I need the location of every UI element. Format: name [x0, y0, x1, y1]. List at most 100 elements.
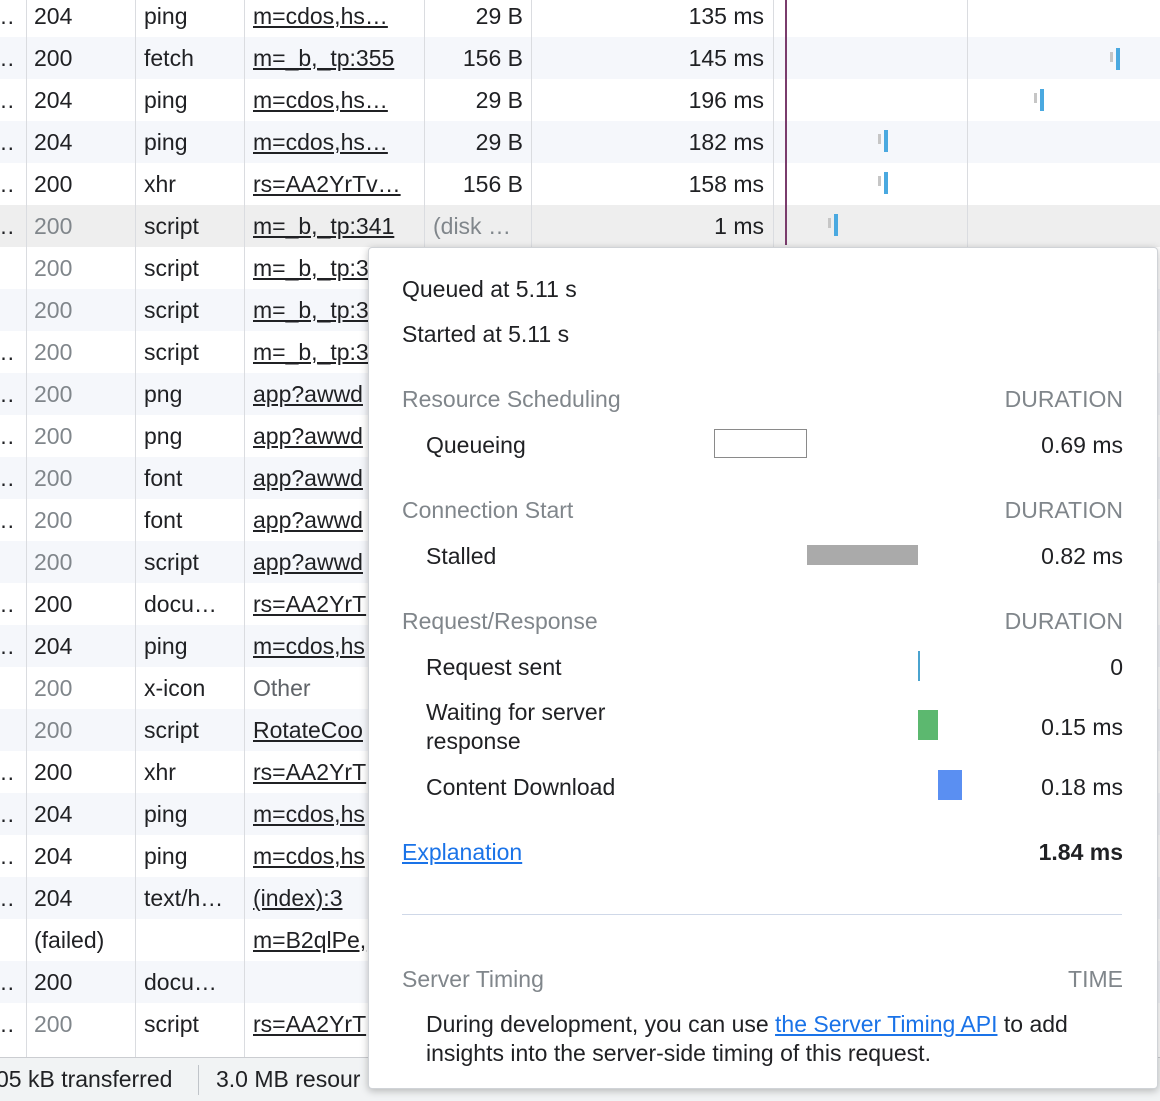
- initiator-cell: …: [0, 499, 18, 541]
- column-divider: [244, 0, 245, 1060]
- size-cell: 29 B: [475, 129, 523, 155]
- status-cell: 200: [34, 297, 73, 323]
- type-cell: script: [144, 1011, 199, 1037]
- type-cell: ping: [144, 843, 188, 869]
- initiator-cell: [0, 919, 18, 961]
- table-row[interactable]: … 200 script m=_b,_tp:341 (disk … 1 ms: [0, 205, 1160, 247]
- type-cell: fetch: [144, 45, 194, 71]
- total-duration: 1.84 ms: [1038, 839, 1123, 865]
- initiator-cell: …: [0, 373, 18, 415]
- server-timing-api-link[interactable]: the Server Timing API: [775, 1011, 997, 1037]
- size-cell: 156 B: [462, 171, 523, 197]
- request-sent-bar: [918, 651, 920, 681]
- initiator-cell: …: [0, 331, 18, 373]
- type-cell: script: [144, 549, 199, 575]
- status-cell: 200: [34, 213, 73, 239]
- table-row[interactable]: … 204 ping m=cdos,hs… 29 B 182 ms: [0, 121, 1160, 163]
- initiator-cell: …: [0, 121, 18, 163]
- timing-breakdown-popover: Queued at 5.11 s Started at 5.11 s Resou…: [368, 247, 1158, 1089]
- server-timing-description: During development, you can use the Serv…: [426, 1011, 1068, 1038]
- table-row[interactable]: … 204 ping m=cdos,hs… 29 B 196 ms: [0, 79, 1160, 121]
- status-cell: 200: [34, 591, 73, 617]
- type-cell: script: [144, 255, 199, 281]
- initiator-cell: …: [0, 877, 18, 919]
- status-cell: 200: [34, 759, 73, 785]
- table-row[interactable]: … 200 xhr rs=AA2YrTv… 156 B 158 ms: [0, 163, 1160, 205]
- size-cell: 29 B: [475, 87, 523, 113]
- time-cell: 135 ms: [688, 3, 764, 29]
- table-row[interactable]: … 204 ping m=cdos,hs… 29 B 135 ms: [0, 0, 1160, 37]
- request-response-heading: Request/Response: [402, 608, 598, 634]
- initiator-cell: …: [0, 583, 18, 625]
- type-cell: [144, 919, 239, 961]
- stalled-bar: [807, 545, 918, 565]
- name-link[interactable]: m=_b,_tp:355: [253, 37, 413, 79]
- explanation-link[interactable]: Explanation: [402, 839, 522, 866]
- type-cell: script: [144, 717, 199, 743]
- type-cell: ping: [144, 3, 188, 29]
- waiting-label: Waiting for server: [426, 699, 606, 725]
- initiator-cell: [0, 667, 18, 709]
- status-cell: 200: [34, 45, 73, 71]
- name-link[interactable]: m=_b,_tp:341: [253, 205, 413, 247]
- size-cell: 156 B: [462, 45, 523, 71]
- stalled-duration: 0.82 ms: [1041, 543, 1123, 569]
- initiator-cell: …: [0, 79, 18, 121]
- content-download-duration: 0.18 ms: [1041, 774, 1123, 800]
- type-cell: text/h…: [144, 885, 224, 911]
- initiator-cell: …: [0, 415, 18, 457]
- status-cell: 200: [34, 423, 73, 449]
- type-cell: xhr: [144, 171, 176, 197]
- request-sent-label: Request sent: [426, 654, 562, 680]
- type-cell: docu…: [144, 969, 217, 995]
- initiator-cell: …: [0, 205, 18, 247]
- type-cell: script: [144, 297, 199, 323]
- content-download-bar: [938, 770, 962, 800]
- started-at-text: Started at 5.11 s: [402, 321, 570, 347]
- status-cell: 204: [34, 129, 73, 155]
- initiator-cell: …: [0, 163, 18, 205]
- summary-separator: [198, 1065, 199, 1095]
- server-timing-text: During development, you can use: [426, 1011, 776, 1037]
- waiting-duration: 0.15 ms: [1041, 714, 1123, 740]
- initiator-cell: …: [0, 961, 18, 1003]
- size-cell: (disk …: [433, 213, 511, 239]
- type-cell: font: [144, 465, 183, 491]
- transferred-summary: 05 kB transferred: [0, 1066, 173, 1092]
- table-row[interactable]: … 200 fetch m=_b,_tp:355 156 B 145 ms: [0, 37, 1160, 79]
- initiator-cell: …: [0, 1003, 18, 1045]
- type-cell: png: [144, 423, 183, 449]
- status-cell: 200: [34, 465, 73, 491]
- queueing-label: Queueing: [426, 432, 526, 458]
- name-link[interactable]: m=cdos,hs…: [253, 79, 413, 121]
- request-sent-duration: 0: [1110, 654, 1123, 680]
- type-cell: png: [144, 381, 183, 407]
- type-cell: ping: [144, 633, 188, 659]
- time-cell: 1 ms: [714, 213, 764, 239]
- type-cell: ping: [144, 87, 188, 113]
- status-cell: 204: [34, 3, 73, 29]
- name-link[interactable]: rs=AA2YrTv…: [253, 163, 413, 205]
- duration-column-heading: DURATION: [1004, 497, 1123, 523]
- time-cell: 145 ms: [688, 45, 764, 71]
- server-timing-heading: Server Timing: [402, 966, 544, 992]
- name-link[interactable]: m=cdos,hs…: [253, 0, 413, 37]
- section-divider: [402, 914, 1122, 915]
- status-cell: 200: [34, 255, 73, 281]
- type-cell: xhr: [144, 759, 176, 785]
- resources-summary: 3.0 MB resour: [216, 1066, 361, 1092]
- column-divider: [26, 0, 27, 1060]
- type-cell: x-icon: [144, 675, 206, 701]
- initiator-cell: …: [0, 835, 18, 877]
- status-cell: 200: [34, 339, 73, 365]
- status-cell: (failed): [34, 927, 105, 953]
- size-cell: 29 B: [475, 3, 523, 29]
- type-cell: script: [144, 339, 199, 365]
- time-cell: 158 ms: [688, 171, 764, 197]
- status-cell: 204: [34, 87, 73, 113]
- queueing-bar: [714, 429, 807, 458]
- status-cell: 200: [34, 507, 73, 533]
- status-cell: 200: [34, 381, 73, 407]
- name-link[interactable]: m=cdos,hs…: [253, 121, 413, 163]
- initiator-cell: …: [0, 457, 18, 499]
